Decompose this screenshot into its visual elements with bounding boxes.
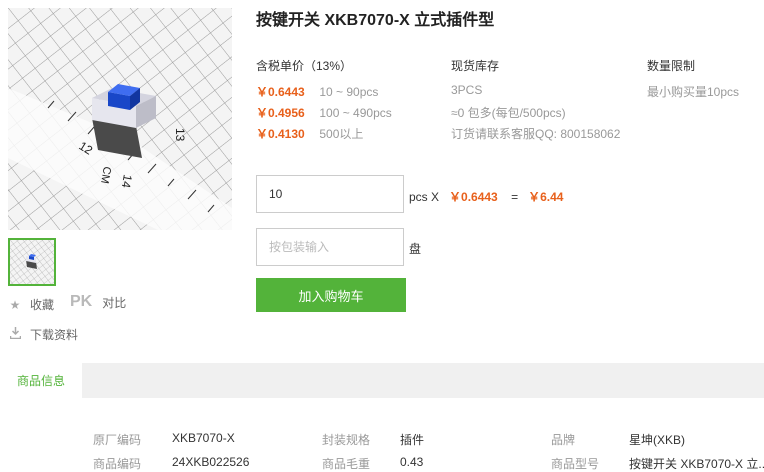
quantity-input[interactable]	[256, 175, 404, 213]
compare-button[interactable]: PK 对比	[70, 293, 126, 311]
tier-price: ￥0.4956	[256, 106, 305, 120]
star-icon: ★	[9, 297, 21, 312]
price-header: 含税单价（13%）	[256, 59, 353, 73]
spec-label: 原厂编码	[93, 433, 142, 447]
detail-tab-bar	[0, 363, 764, 398]
stock-header: 现货库存	[451, 59, 500, 73]
spec-value: 插件	[400, 433, 425, 447]
spec-value: XKB7070-X	[172, 431, 235, 445]
spec-label: 封装规格	[322, 433, 371, 447]
tab-product-info[interactable]: 商品信息	[0, 363, 82, 398]
stock-quantity: 3PCS	[451, 83, 483, 97]
price-tier: ￥0.4130 500以上	[256, 125, 363, 142]
price-tier: ￥0.4956 100 ~ 490pcs	[256, 104, 392, 121]
pk-icon: PK	[70, 293, 93, 310]
price-tier: ￥0.6443 10 ~ 90pcs	[256, 83, 378, 100]
spec-label: 商品毛重	[322, 457, 371, 471]
minimum-purchase: 最小购买量10pcs	[647, 85, 740, 99]
total-price: ￥6.44	[528, 190, 564, 204]
tier-quantity: 10 ~ 90pcs	[319, 85, 379, 99]
spec-value: 星坤(XKB)	[629, 433, 686, 447]
price-calculation: pcs X ￥0.6443 = ￥6.44	[409, 188, 563, 205]
product-main-image[interactable]: 12 13 14 CM	[8, 8, 232, 230]
download-datasheet-button[interactable]: 下载资料	[8, 326, 78, 343]
tier-quantity: 100 ~ 490pcs	[319, 106, 392, 120]
spec-label: 商品编码	[93, 457, 142, 471]
stock-contact: 订货请联系客服QQ: 800158062	[451, 127, 621, 141]
add-to-cart-button[interactable]: 加入购物车	[256, 278, 406, 312]
tier-price: ￥0.4130	[256, 127, 305, 141]
limit-header: 数量限制	[647, 59, 696, 73]
tier-price: ￥0.6443	[256, 85, 305, 99]
favorite-button[interactable]: ★ 收藏	[8, 296, 54, 313]
compare-label: 对比	[102, 295, 127, 310]
product-title: 按键开关 XKB7070-X 立式插件型	[256, 12, 495, 29]
stock-packages: ≈0 包多(每包/500pcs)	[451, 106, 566, 120]
equals-sign: =	[511, 190, 519, 204]
thumbnail-photo	[10, 240, 54, 284]
spec-label: 商品型号	[551, 457, 600, 471]
product-thumbnail[interactable]	[8, 238, 56, 286]
tier-quantity: 500以上	[319, 127, 364, 141]
unit-label: pcs X	[409, 190, 440, 204]
favorite-label: 收藏	[30, 298, 55, 312]
ruler-label: 13	[173, 128, 187, 142]
spec-value: 按键开关 XKB7070-X 立...	[629, 457, 764, 471]
spec-label: 品牌	[551, 433, 576, 447]
package-unit: 盘	[409, 242, 422, 256]
download-icon	[8, 327, 22, 342]
spec-value: 0.43	[400, 455, 424, 469]
product-photo: 12 13 14 CM	[8, 8, 232, 230]
ruler-label: 14	[119, 173, 135, 189]
spec-value: 24XKB022526	[172, 455, 250, 469]
download-label: 下载资料	[30, 328, 79, 342]
package-quantity-input[interactable]	[256, 228, 404, 266]
unit-price: ￥0.6443	[449, 190, 498, 204]
